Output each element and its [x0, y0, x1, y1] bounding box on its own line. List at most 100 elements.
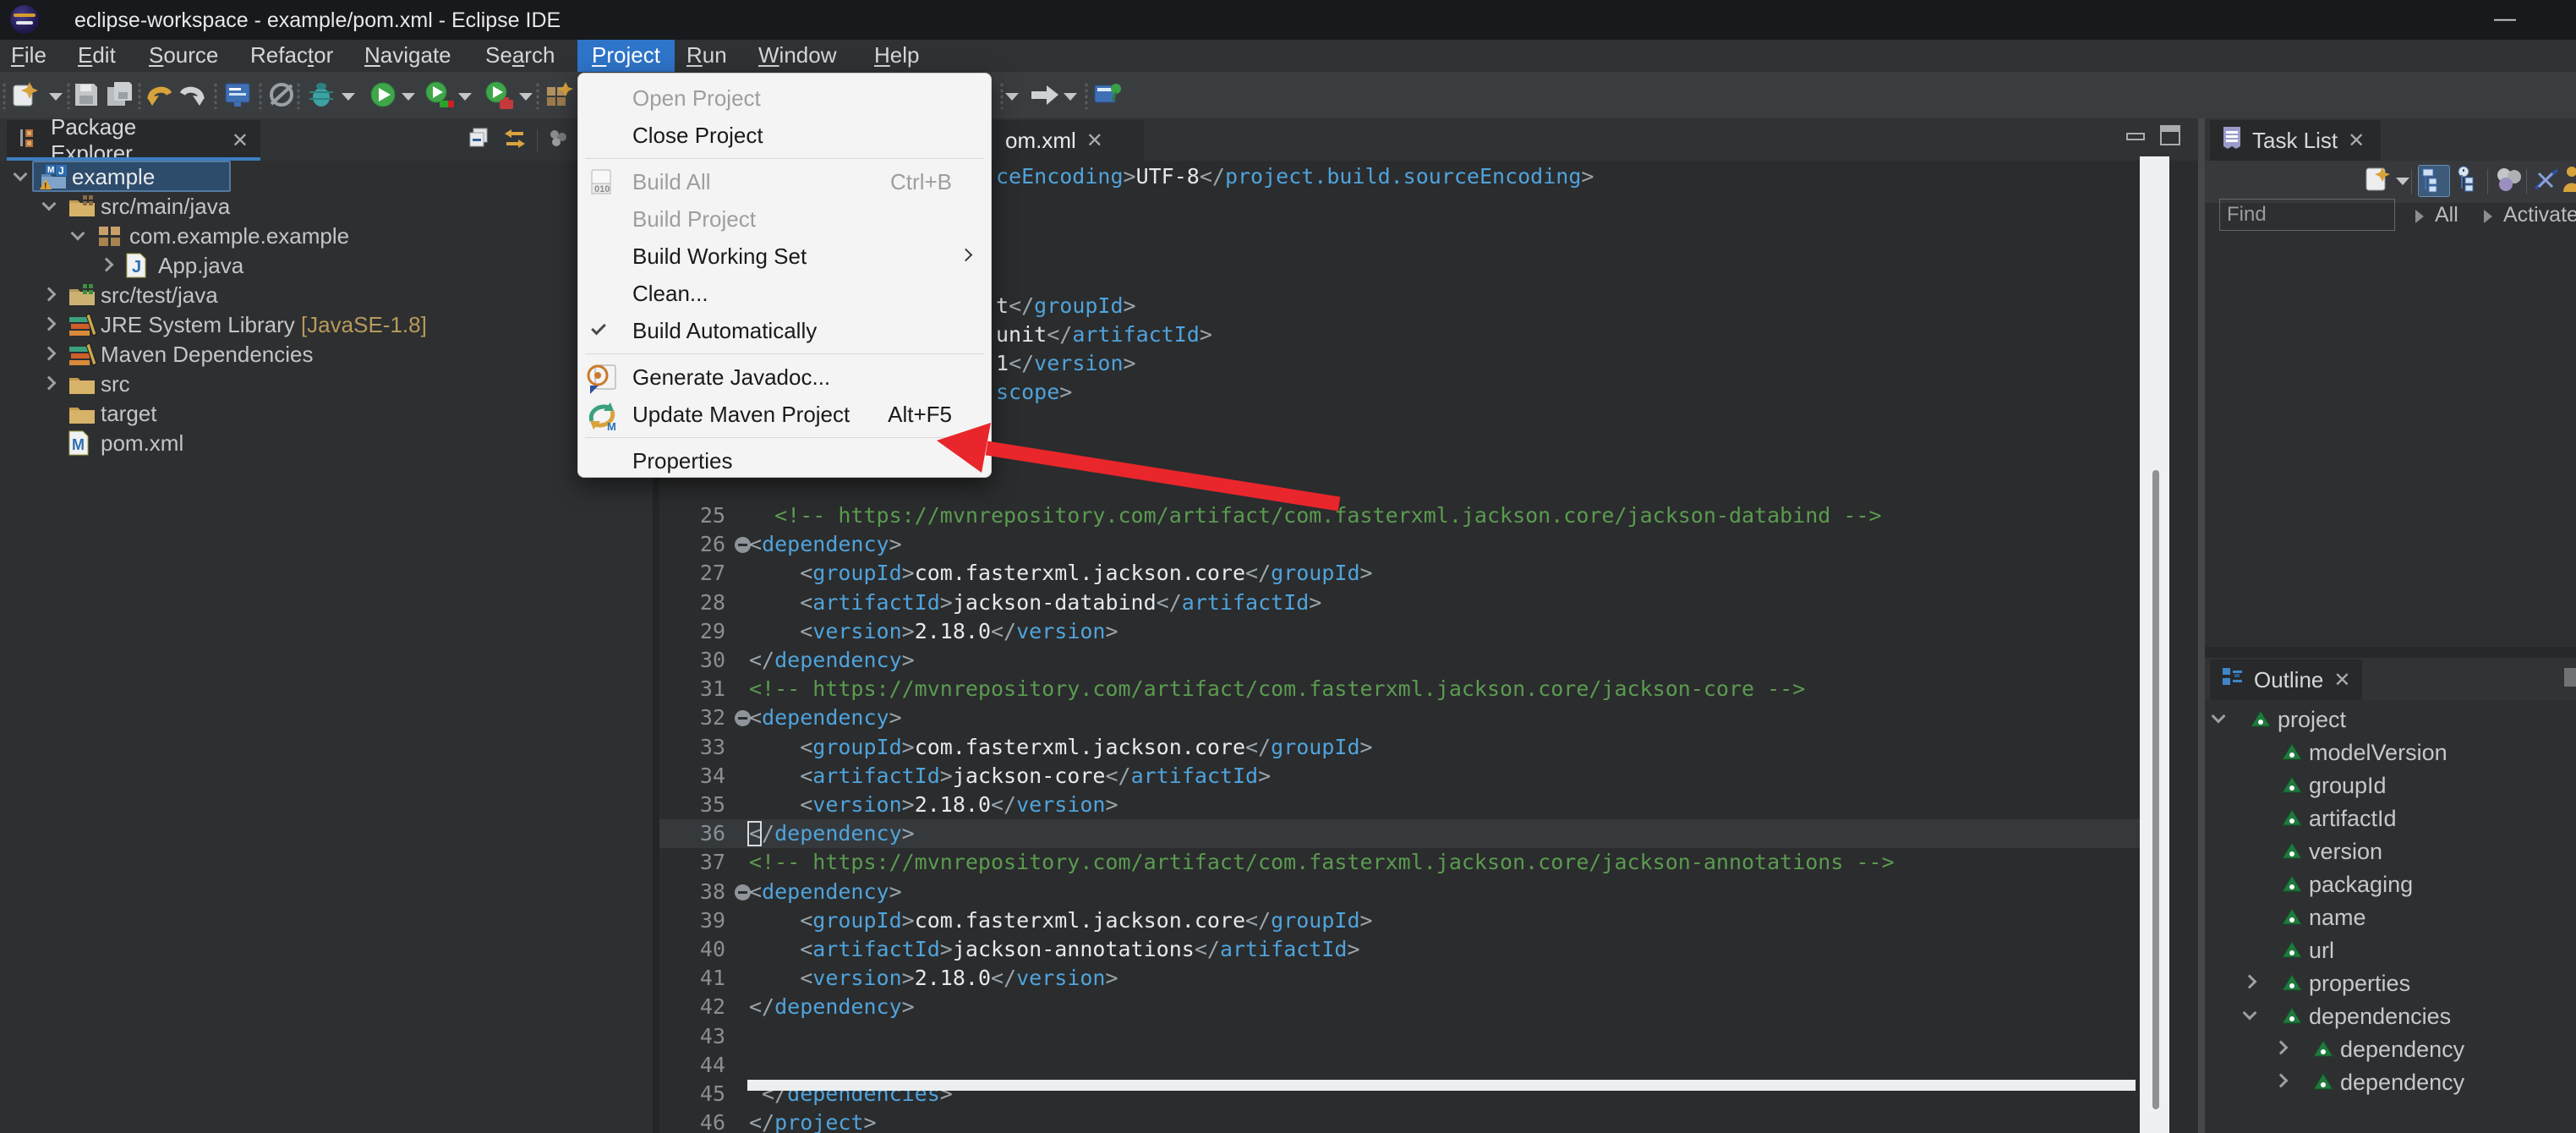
- view-categorized-icon[interactable]: [2418, 165, 2450, 197]
- run-icon[interactable]: [368, 80, 398, 111]
- toolbar-handle[interactable]: [999, 82, 1004, 109]
- close-icon[interactable]: ✕: [2348, 129, 2365, 153]
- menu-item-close-project[interactable]: Close Project: [578, 117, 991, 154]
- collapse-all-icon[interactable]: [468, 126, 493, 156]
- skip-breakpoints-icon[interactable]: [266, 80, 297, 111]
- menu-search[interactable]: Search: [485, 40, 555, 72]
- tab-task-list[interactable]: Task List ✕: [2210, 120, 2381, 161]
- person-icon[interactable]: [2562, 165, 2576, 197]
- tree-item-src[interactable]: src: [0, 369, 653, 399]
- find-input[interactable]: [2219, 199, 2395, 231]
- menu-item-properties[interactable]: Properties: [578, 442, 991, 479]
- tree-item-pom-xml[interactable]: Mpom.xml: [0, 429, 653, 458]
- menu-item-update-maven-project[interactable]: MUpdate Maven ProjectAlt+F5: [578, 396, 991, 433]
- chevron-right-icon[interactable]: [2274, 1074, 2289, 1088]
- close-icon[interactable]: ✕: [2333, 668, 2350, 692]
- chevron-right-icon[interactable]: [2484, 210, 2492, 223]
- toolbar-handle[interactable]: [535, 82, 540, 109]
- pin-console-icon[interactable]: [1092, 80, 1123, 111]
- menu-item-build-working-set[interactable]: Build Working Set: [578, 238, 991, 275]
- outline-item-packaging[interactable]: packaging: [2205, 869, 2576, 902]
- menu-help[interactable]: Help: [874, 40, 919, 72]
- vertical-scrollbar[interactable]: [2140, 156, 2169, 1133]
- tree-item-app-java[interactable]: JApp.java: [0, 251, 653, 281]
- close-icon[interactable]: ✕: [1086, 129, 1103, 153]
- toolbar-handle[interactable]: [213, 82, 218, 109]
- filter-icon[interactable]: [2532, 165, 2564, 197]
- tree-item-src-main-java[interactable]: src/main/java: [0, 192, 653, 222]
- task-scope-all-link[interactable]: All: [2435, 203, 2458, 227]
- menu-navigate[interactable]: Navigate: [364, 40, 451, 72]
- tree-item-target[interactable]: target: [0, 399, 653, 429]
- tree-item-maven-dependencies[interactable]: Maven Dependencies: [0, 340, 653, 369]
- view-menu-icon[interactable]: [2562, 666, 2576, 694]
- tree-item-com-example-example[interactable]: com.example.example: [0, 222, 653, 251]
- outline-item-name[interactable]: name: [2205, 902, 2576, 935]
- new-wizard-icon[interactable]: [11, 80, 41, 111]
- menu-project[interactable]: Project: [577, 40, 675, 72]
- new-task-icon[interactable]: [2363, 165, 2395, 197]
- chevron-right-icon[interactable]: [42, 347, 57, 361]
- dropdown-caret-icon[interactable]: [1005, 93, 1019, 101]
- tab-outline[interactable]: Outline ✕: [2210, 660, 2362, 700]
- chevron-right-icon[interactable]: [42, 287, 57, 302]
- menu-refactor[interactable]: Refactor: [250, 40, 333, 72]
- dropdown-caret-icon[interactable]: [1064, 93, 1077, 101]
- sash-right[interactable]: [2198, 118, 2205, 1133]
- view-scheduled-icon[interactable]: [2455, 165, 2487, 197]
- outline-item-modelversion[interactable]: modelVersion: [2205, 737, 2576, 770]
- forward-icon[interactable]: [1028, 80, 1058, 111]
- dropdown-caret-icon[interactable]: [458, 93, 472, 101]
- debug-icon[interactable]: [306, 80, 336, 111]
- outline-item-dependency[interactable]: dependency: [2205, 1034, 2576, 1067]
- menu-item-clean-[interactable]: Clean...: [578, 275, 991, 312]
- coverage-icon[interactable]: [423, 80, 453, 111]
- chevron-right-icon[interactable]: [2274, 1041, 2289, 1055]
- tab-pom-xml[interactable]: om.xml ✕: [993, 120, 1144, 161]
- maximize-view-icon[interactable]: [2160, 125, 2180, 145]
- undo-icon[interactable]: [145, 80, 176, 111]
- tree-item-example[interactable]: JM!example: [0, 162, 653, 192]
- chevron-down-icon[interactable]: [14, 167, 28, 182]
- save-icon[interactable]: [72, 80, 102, 111]
- outline-item-dependency[interactable]: dependency: [2205, 1067, 2576, 1100]
- tree-item-src-test-java[interactable]: src/test/java: [0, 281, 653, 310]
- chevron-down-icon[interactable]: [42, 197, 57, 211]
- view-menu-icon[interactable]: [546, 126, 572, 156]
- menu-item-generate-javadoc-[interactable]: Generate Javadoc...: [578, 359, 991, 396]
- redo-icon[interactable]: [176, 80, 206, 111]
- outline-item-url[interactable]: url: [2205, 935, 2576, 968]
- chevron-right-icon[interactable]: [42, 317, 57, 331]
- outline-item-version[interactable]: version: [2205, 836, 2576, 869]
- chevron-right-icon[interactable]: [100, 258, 114, 272]
- chevron-right-icon[interactable]: [2243, 975, 2257, 989]
- dropdown-caret-icon[interactable]: [402, 93, 415, 101]
- toolbar-handle[interactable]: [2, 82, 7, 109]
- new-java-package-icon[interactable]: [544, 80, 574, 111]
- tree-item-jre-system-library[interactable]: JRE System Library [JavaSE-1.8]: [0, 310, 653, 340]
- chevron-down-icon[interactable]: [71, 227, 85, 241]
- close-icon[interactable]: ✕: [232, 129, 249, 153]
- toolbar-handle[interactable]: [66, 82, 71, 109]
- minimize-view-icon[interactable]: [2126, 133, 2145, 140]
- chevron-down-icon[interactable]: [2212, 709, 2226, 724]
- open-console-icon[interactable]: [222, 80, 253, 111]
- dropdown-caret-icon[interactable]: [2396, 178, 2409, 185]
- menu-source[interactable]: Source: [149, 40, 218, 72]
- dropdown-caret-icon[interactable]: [519, 93, 533, 101]
- link-with-editor-icon[interactable]: [501, 126, 528, 156]
- minimize-button[interactable]: —: [2494, 5, 2516, 31]
- dropdown-caret-icon[interactable]: [342, 93, 355, 101]
- menu-file[interactable]: File: [11, 40, 46, 72]
- save-all-icon[interactable]: [106, 80, 136, 111]
- outline-item-artifactid[interactable]: artifactId: [2205, 803, 2576, 836]
- chevron-right-icon[interactable]: [42, 376, 57, 391]
- sash-horizontal[interactable]: [2205, 647, 2576, 658]
- chevron-down-icon[interactable]: [2243, 1006, 2257, 1021]
- toolbar-handle[interactable]: [1084, 82, 1089, 109]
- dropdown-caret-icon[interactable]: [49, 93, 63, 101]
- chevron-right-icon[interactable]: [2415, 210, 2424, 223]
- menu-edit[interactable]: Edit: [78, 40, 116, 72]
- toolbar-handle[interactable]: [258, 82, 263, 109]
- horizontal-scrollbar[interactable]: [747, 1080, 2136, 1091]
